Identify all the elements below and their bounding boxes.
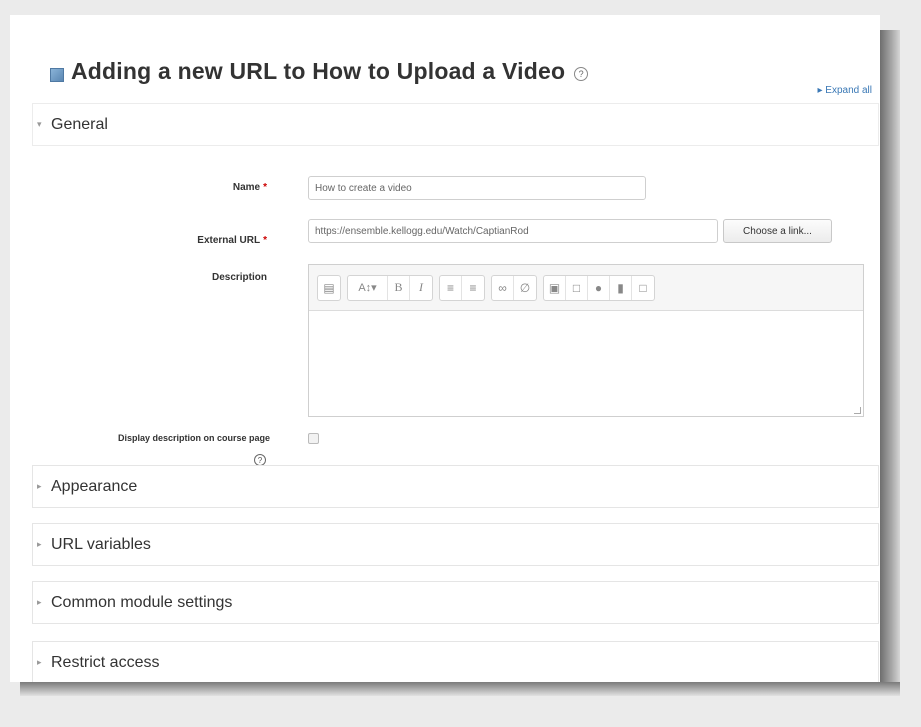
italic-icon[interactable]: I (410, 276, 432, 300)
expand-caret-icon: ▸ (37, 481, 42, 491)
description-editor[interactable]: ▤ A↕▾ B I ≡ ≡ ∞ ∅ ▣ □ ● ▮ □ (308, 264, 864, 417)
media-icon[interactable]: □ (566, 275, 588, 300)
external-url-label-text: External URL (197, 235, 261, 246)
bold-icon[interactable]: B (388, 275, 410, 300)
external-url-label: External URL * (152, 235, 267, 246)
resize-handle[interactable] (854, 407, 861, 414)
expand-all-link[interactable]: ▸ Expand all (817, 85, 872, 96)
text-style-icon[interactable]: A↕▾ (348, 275, 388, 300)
url-module-icon (50, 68, 64, 82)
name-field[interactable]: How to create a video (308, 176, 646, 200)
unordered-list-icon[interactable]: ≡ (440, 275, 462, 300)
help-icon[interactable]: ? (574, 67, 589, 81)
manage-files-icon[interactable]: □ (632, 276, 654, 300)
collapse-icon[interactable]: ▤ (318, 276, 340, 300)
required-marker: * (263, 235, 267, 246)
name-label-text: Name (232, 182, 261, 193)
record-video-icon[interactable]: ▮ (610, 275, 632, 300)
window-shadow-bottom (20, 682, 900, 696)
collapse-caret-icon: ▾ (37, 119, 42, 129)
name-label: Name * (152, 182, 267, 193)
ordered-list-icon[interactable]: ≡ (462, 276, 484, 300)
image-icon[interactable]: ▣ (544, 275, 566, 300)
expand-all-label: Expand all (825, 85, 872, 96)
editor-toolbar: ▤ A↕▾ B I ≡ ≡ ∞ ∅ ▣ □ ● ▮ □ (309, 265, 863, 311)
required-marker: * (263, 182, 267, 193)
page-header: Adding a new URL to How to Upload a Vide… (50, 53, 589, 89)
section-url-variables-label: URL variables (51, 535, 151, 553)
page-container: Adding a new URL to How to Upload a Vide… (10, 15, 880, 682)
toolbar-group-5: ▣ □ ● ▮ □ (543, 274, 655, 301)
expand-caret-icon: ▸ (37, 539, 42, 549)
section-appearance-label: Appearance (51, 477, 138, 495)
display-description-label: Display description on course page (117, 433, 270, 443)
toolbar-group-4: ∞ ∅ (491, 274, 537, 301)
page-title: Adding a new URL to How to Upload a Vide… (71, 57, 566, 84)
display-description-checkbox[interactable] (308, 433, 319, 444)
expand-caret-icon: ▸ (37, 657, 42, 667)
toolbar-group-1: ▤ (317, 274, 341, 301)
record-audio-icon[interactable]: ● (588, 275, 610, 300)
external-url-field[interactable]: https://ensemble.kellogg.edu/Watch/Capti… (308, 219, 718, 243)
toolbar-group-3: ≡ ≡ (439, 274, 485, 301)
general-fields: Name * How to create a video External URL… (32, 145, 877, 466)
unlink-icon[interactable]: ∅ (514, 276, 536, 300)
link-icon[interactable]: ∞ (492, 275, 514, 300)
section-general-label: General (51, 115, 108, 133)
section-common-module-settings[interactable]: ▸ Common module settings (32, 581, 879, 624)
description-label: Description (211, 272, 267, 283)
section-common-module-settings-label: Common module settings (51, 593, 233, 611)
section-restrict-access[interactable]: ▸ Restrict access (32, 641, 879, 682)
window-shadow-right (880, 30, 900, 695)
section-restrict-access-label: Restrict access (51, 653, 160, 671)
section-url-variables[interactable]: ▸ URL variables (32, 523, 879, 566)
toolbar-group-2: A↕▾ B I (347, 274, 433, 301)
section-general[interactable]: ▾ General (32, 103, 879, 146)
expand-caret-icon: ▸ (37, 597, 42, 607)
section-appearance[interactable]: ▸ Appearance (32, 465, 879, 508)
choose-link-button[interactable]: Choose a link... (723, 219, 832, 243)
